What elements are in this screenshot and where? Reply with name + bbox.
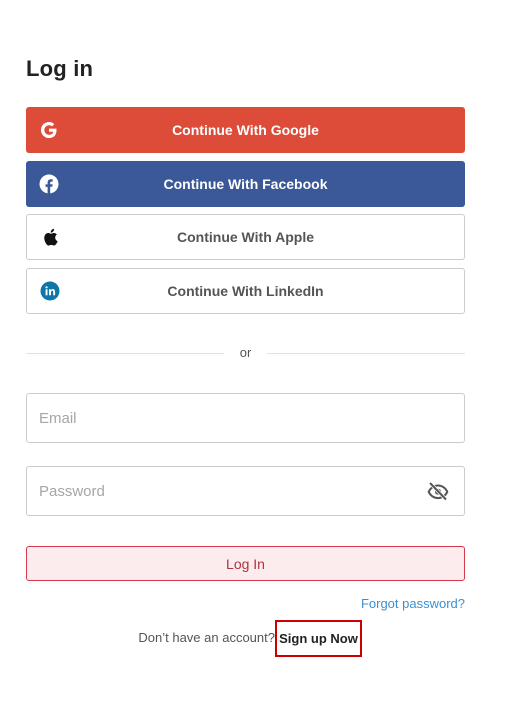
continue-with-google-button[interactable]: Continue With Google xyxy=(26,107,465,153)
signup-prompt-text: Don’t have an account? xyxy=(138,630,275,645)
email-field-container xyxy=(26,393,465,443)
linkedin-icon xyxy=(39,280,61,302)
or-divider: or xyxy=(26,344,465,362)
password-input[interactable] xyxy=(27,467,464,515)
google-icon xyxy=(38,119,60,141)
password-field-container xyxy=(26,466,465,516)
apple-icon xyxy=(39,226,61,248)
continue-with-linkedin-button[interactable]: Continue With LinkedIn xyxy=(26,268,465,314)
email-input[interactable] xyxy=(27,394,464,442)
signup-row: Don’t have an account? Sign up Now xyxy=(0,620,510,658)
forgot-password-link[interactable]: Forgot password? xyxy=(361,596,465,611)
continue-with-facebook-button[interactable]: Continue With Facebook xyxy=(26,161,465,207)
eye-off-icon[interactable] xyxy=(426,479,450,503)
divider-line-right xyxy=(267,353,465,354)
facebook-button-label: Continue With Facebook xyxy=(163,176,328,192)
signup-now-link[interactable]: Sign up Now xyxy=(275,620,362,657)
continue-with-apple-button[interactable]: Continue With Apple xyxy=(26,214,465,260)
login-button[interactable]: Log In xyxy=(26,546,465,581)
apple-button-label: Continue With Apple xyxy=(177,229,314,245)
facebook-icon xyxy=(38,173,60,195)
page-title: Log in xyxy=(26,56,94,81)
linkedin-button-label: Continue With LinkedIn xyxy=(167,283,324,299)
google-button-label: Continue With Google xyxy=(172,122,319,138)
